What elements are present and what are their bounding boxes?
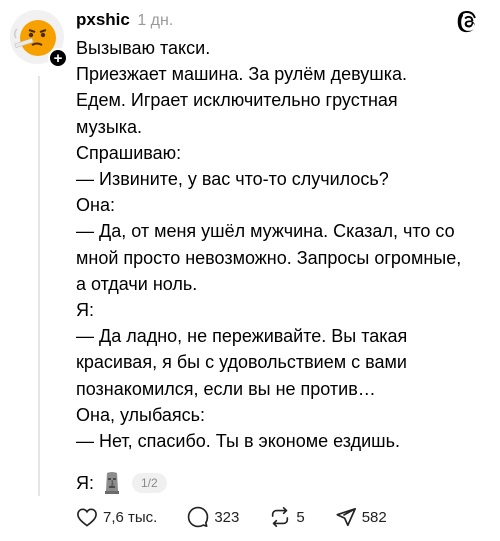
like-count: 7,6 тыс. [103,508,158,526]
text-line: мной просто невозможно. Запросы огромные… [76,247,462,268]
text-line: — Нет, спасибо. Ты в экономе ездишь. [76,431,400,452]
text-line: познакомился, если вы не против… [76,378,376,399]
last-line-row: Я: 1/2 [76,470,167,496]
like-button[interactable]: 7,6 тыс. [76,507,157,527]
comment-icon [188,506,209,528]
thread-line [38,76,40,496]
comment-button[interactable]: 323 [187,506,239,528]
threads-logo-icon[interactable] [456,10,480,34]
text-line: Едем. Играет исключительно грустная [76,90,398,111]
post-time: 1 дн. [137,12,174,29]
text-line: красивая, я бы с удовольствием с вами [76,352,407,373]
share-count: 582 [361,508,387,526]
text-line: Она, улыбаясь: [76,404,206,425]
username[interactable]: pxshic [76,10,130,29]
comment-count: 323 [214,508,240,526]
text-line: Приезжает машина. За рулём девушка. [76,64,408,85]
page-indicator: 1/2 [132,473,167,493]
text-line: музыка. [76,116,143,137]
repost-button[interactable]: 5 [269,506,305,528]
text-line: Я: [76,300,94,321]
avatar[interactable]: + [10,10,68,68]
action-bar: 7,6 тыс. 323 5 582 [76,506,417,528]
repost-count: 5 [296,508,305,526]
share-icon [336,507,356,527]
follow-plus-icon[interactable]: + [48,48,68,68]
heart-icon [77,508,97,527]
text-line: а отдачи ноль. [76,273,198,294]
text-line: — Да, от меня ушёл мужчина. Сказал, что … [76,221,455,242]
text-line: Спрашиваю: [76,142,182,163]
text-line: — Извините, у вас что-то случилось? [76,169,389,190]
post-text: Вызываю такси. Приезжает машина. За рулё… [76,35,496,454]
repost-icon [272,507,289,527]
moai-emoji-icon [105,472,119,494]
text-line: Я: [76,472,94,493]
share-button[interactable]: 582 [335,506,387,528]
text-line: — Да ладно, не переживайте. Вы такая [76,326,408,347]
post-header: pxshic 1 дн. [76,10,480,34]
text-line: Она: [76,195,115,216]
text-line: Вызываю такси. [76,38,211,58]
